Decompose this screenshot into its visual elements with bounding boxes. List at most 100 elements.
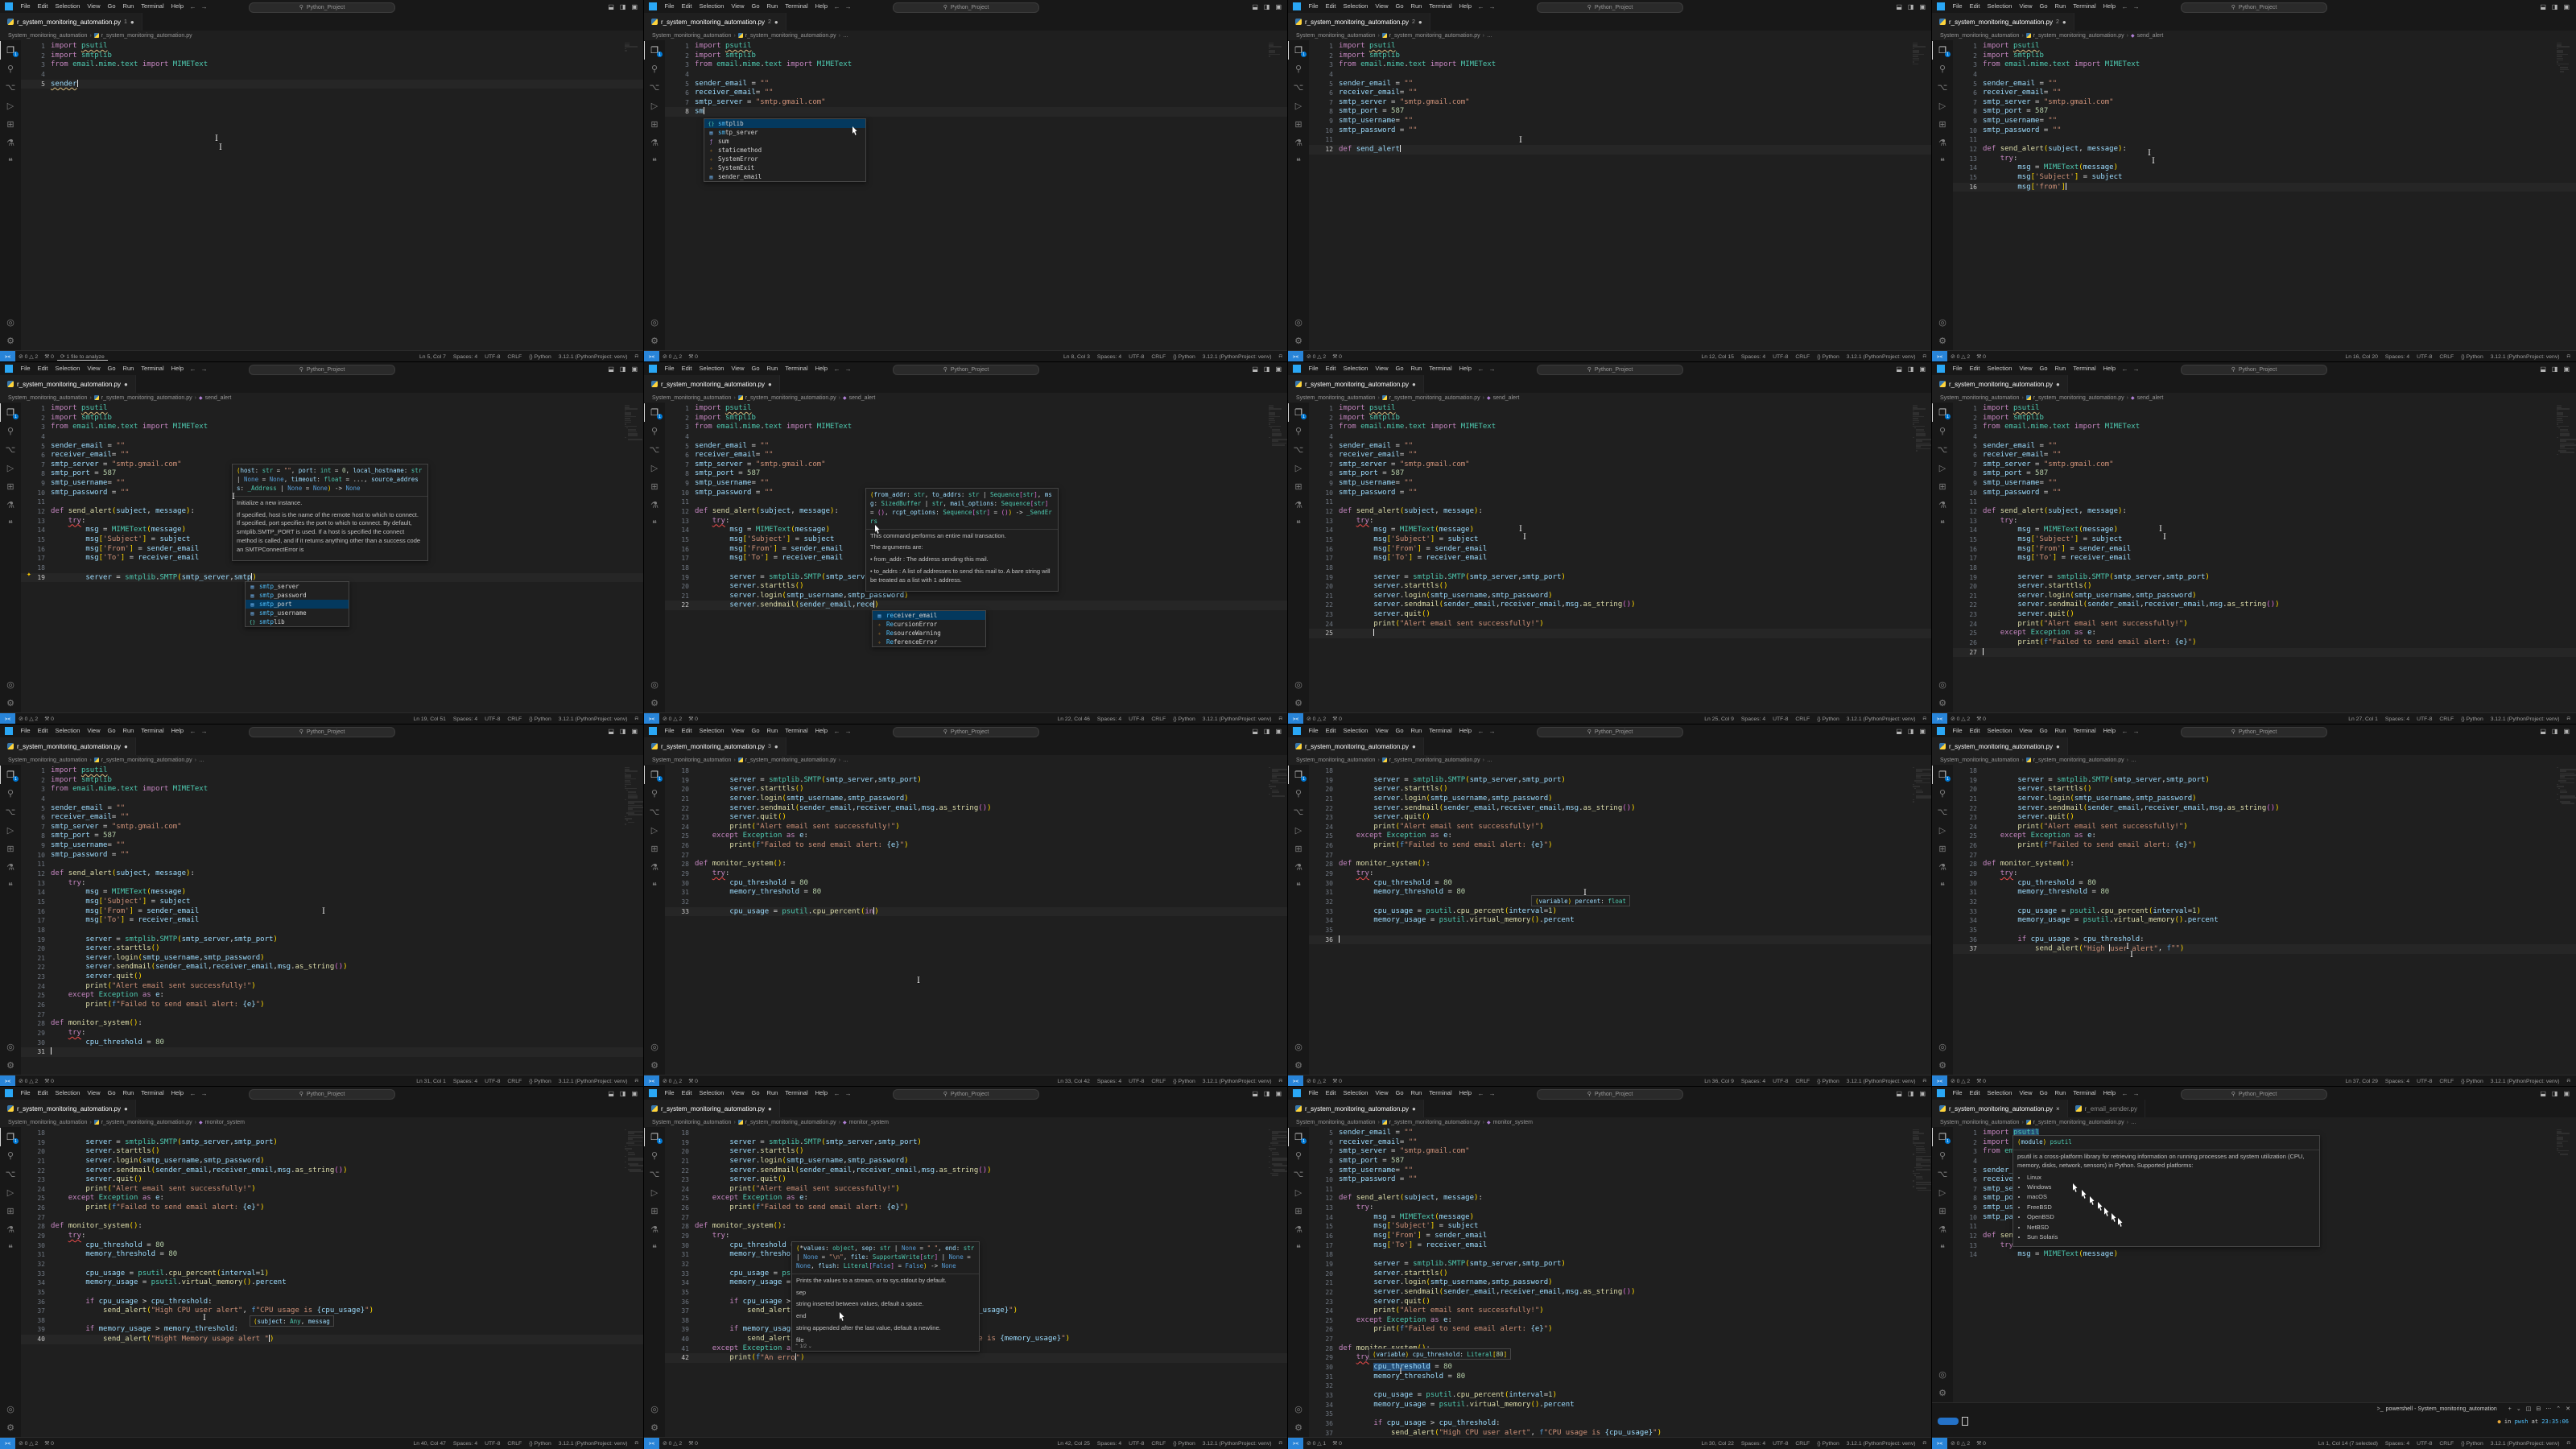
- menu-file[interactable]: File: [1305, 0, 1322, 13]
- python-interpreter-status[interactable]: 3.12.1 (PythonProject: venv): [1847, 354, 1916, 360]
- tab-active-file[interactable]: r_system_monitoring_automation.py●: [0, 375, 136, 393]
- code-text[interactable]: print("Alert email sent successfully!"): [1983, 620, 2576, 630]
- tool-status[interactable]: ⚒ 0: [685, 1440, 701, 1447]
- notifications-bell-icon[interactable]: ⍾: [1923, 716, 1927, 722]
- code-text[interactable]: memory_usage = psutil.virtual_memory().p…: [1983, 916, 2576, 926]
- indentation-status[interactable]: Spaces: 4: [1097, 1441, 1121, 1447]
- breadcrumb-symbol[interactable]: …: [843, 33, 848, 39]
- code-text[interactable]: [1983, 564, 2576, 573]
- code-text[interactable]: server.quit(): [51, 1175, 644, 1185]
- indentation-status[interactable]: Spaces: 4: [1741, 1079, 1765, 1084]
- code-text[interactable]: cpu_usage = psutil.cpu_percent(interval=…: [1339, 907, 1932, 917]
- menu-run[interactable]: Run: [2051, 362, 2070, 375]
- menu-go[interactable]: Go: [2036, 724, 2051, 737]
- toggle-panel-icon[interactable]: ⬓: [608, 3, 614, 10]
- menu-edit[interactable]: Edit: [34, 1087, 52, 1100]
- menu-view[interactable]: View: [728, 0, 748, 13]
- code-text[interactable]: def send_alert(subject, message):: [1339, 1194, 1932, 1203]
- menu-run[interactable]: Run: [763, 0, 782, 13]
- account-icon[interactable]: ◎: [1288, 1038, 1309, 1056]
- code-text[interactable]: [1339, 564, 1932, 573]
- menu-go[interactable]: Go: [748, 724, 763, 737]
- toggle-secondary-sidebar-icon[interactable]: ◨: [620, 365, 626, 373]
- remote-indicator[interactable]: ><: [0, 351, 15, 362]
- indentation-status[interactable]: Spaces: 4: [1741, 716, 1765, 722]
- code-text[interactable]: server.quit(): [51, 972, 644, 982]
- remote-indicator[interactable]: ><: [1932, 1438, 1947, 1449]
- code-text[interactable]: [1983, 766, 2576, 776]
- indentation-status[interactable]: Spaces: 4: [453, 1079, 477, 1084]
- breadcrumb-symbol[interactable]: send_alert: [2137, 33, 2164, 39]
- encoding-status[interactable]: UTF-8: [1773, 354, 1788, 360]
- cursor-position-status[interactable]: Ln 22, Col 46: [1057, 716, 1089, 722]
- code-text[interactable]: def monitor_system():: [1983, 860, 2576, 869]
- python-interpreter-status[interactable]: 3.12.1 (PythonProject: venv): [1847, 1441, 1916, 1447]
- remote-indicator[interactable]: ><: [0, 1438, 15, 1449]
- customize-layout-icon[interactable]: ▣: [631, 728, 638, 735]
- new-terminal-icon[interactable]: +: [2508, 1406, 2512, 1412]
- nav-back-icon[interactable]: ←: [832, 3, 843, 10]
- code-text[interactable]: from email.mime.text import MIMEText: [695, 60, 1288, 70]
- code-text[interactable]: except Exception as e:: [695, 1194, 1288, 1203]
- settings-gear-icon[interactable]: ⚙: [1932, 1056, 1953, 1075]
- code-text[interactable]: send_alert("High user alert", f""): [1983, 944, 2576, 954]
- code-text[interactable]: import psutil: [695, 42, 1288, 52]
- extensions-icon[interactable]: ⊞: [1932, 477, 1953, 496]
- menu-help[interactable]: Help: [1455, 0, 1475, 13]
- menu-help[interactable]: Help: [1455, 1087, 1475, 1100]
- menu-terminal[interactable]: Terminal: [782, 362, 811, 375]
- code-text[interactable]: def send_alert(subject, message):: [1339, 507, 1932, 517]
- menu-edit[interactable]: Edit: [1322, 0, 1340, 13]
- menu-edit[interactable]: Edit: [34, 362, 52, 375]
- cursor-position-status[interactable]: Ln 42, Col 25: [1057, 1441, 1089, 1447]
- cursor-position-status[interactable]: Ln 16, Col 20: [2345, 354, 2377, 360]
- testing-icon[interactable]: ⚗: [0, 1220, 21, 1239]
- source-control-icon[interactable]: ⌥: [0, 440, 21, 459]
- code-text[interactable]: cpu_threshold = 80: [51, 1241, 644, 1251]
- cursor-position-status[interactable]: Ln 30, Col 22: [1701, 1441, 1733, 1447]
- source-control-icon[interactable]: ⌥: [1288, 78, 1309, 97]
- terminal-dropdown-icon[interactable]: ⌄: [2516, 1406, 2521, 1412]
- settings-gear-icon[interactable]: ⚙: [1932, 332, 1953, 350]
- code-text[interactable]: server = smtplib.SMTP(smtp_server,smtp_p…: [1339, 776, 1932, 786]
- python-interpreter-status[interactable]: 3.12.1 (PythonProject: venv): [559, 1441, 628, 1447]
- suggest-item-sender_email[interactable]: ▤sender_email: [704, 172, 865, 181]
- settings-gear-icon[interactable]: ⚙: [1932, 1384, 1953, 1402]
- run-debug-icon[interactable]: ▷: [1288, 1183, 1309, 1202]
- code-text[interactable]: [51, 1010, 644, 1020]
- code-text[interactable]: try:: [51, 1029, 644, 1038]
- code-text[interactable]: cpu_threshold = 80: [51, 1038, 644, 1048]
- code-text[interactable]: def send_alert(subject, message):: [1983, 507, 2576, 517]
- code-text[interactable]: msg['Subject'] = subject: [1983, 173, 2576, 183]
- code-text[interactable]: print("Alert email sent successfully!"): [1339, 620, 1932, 630]
- run-debug-icon[interactable]: ▷: [1932, 97, 1953, 115]
- encoding-status[interactable]: UTF-8: [485, 1079, 500, 1084]
- extensions-icon[interactable]: ⊞: [1932, 115, 1953, 134]
- source-control-icon[interactable]: ⌥: [0, 78, 21, 97]
- code-text[interactable]: [1339, 135, 1932, 145]
- menu-view[interactable]: View: [728, 1087, 748, 1100]
- toggle-secondary-sidebar-icon[interactable]: ◨: [1264, 3, 1270, 10]
- breadcrumb-folder[interactable]: System_monitoring_automation: [8, 33, 87, 39]
- menu-help[interactable]: Help: [167, 724, 187, 737]
- minimap[interactable]: [1267, 766, 1288, 1075]
- problems-status[interactable]: ⊘ 0 △ 2: [1947, 353, 1973, 360]
- menu-edit[interactable]: Edit: [1322, 362, 1340, 375]
- code-text[interactable]: cpu_usage = psutil.cpu_percent(interval=…: [695, 1269, 1288, 1279]
- problems-status[interactable]: ⊘ 0 △ 2: [15, 353, 41, 360]
- cursor-position-status[interactable]: Ln 37, Col 29: [2345, 1079, 2377, 1084]
- testing-icon[interactable]: ⚗: [0, 134, 21, 152]
- encoding-status[interactable]: UTF-8: [485, 716, 500, 722]
- customize-layout-icon[interactable]: ▣: [1275, 1090, 1282, 1097]
- python-interpreter-status[interactable]: 3.12.1 (PythonProject: venv): [2491, 716, 2560, 722]
- explorer-icon[interactable]: ❐1: [0, 41, 21, 60]
- problems-status[interactable]: ⊘ 0 △ 2: [1947, 1440, 1973, 1447]
- toggle-secondary-sidebar-icon[interactable]: ◨: [1908, 3, 1914, 10]
- account-icon[interactable]: ◎: [1288, 313, 1309, 332]
- run-debug-icon[interactable]: ▷: [1288, 821, 1309, 840]
- menu-view[interactable]: View: [2016, 362, 2036, 375]
- tool-status[interactable]: ⚒ 0: [1329, 353, 1345, 360]
- tool-status[interactable]: ⚒ 0: [1329, 1078, 1345, 1084]
- code-text[interactable]: msg['From'] = sender_email: [1339, 545, 1932, 555]
- code-text[interactable]: cpu_threshold = 80: [1339, 1363, 1932, 1373]
